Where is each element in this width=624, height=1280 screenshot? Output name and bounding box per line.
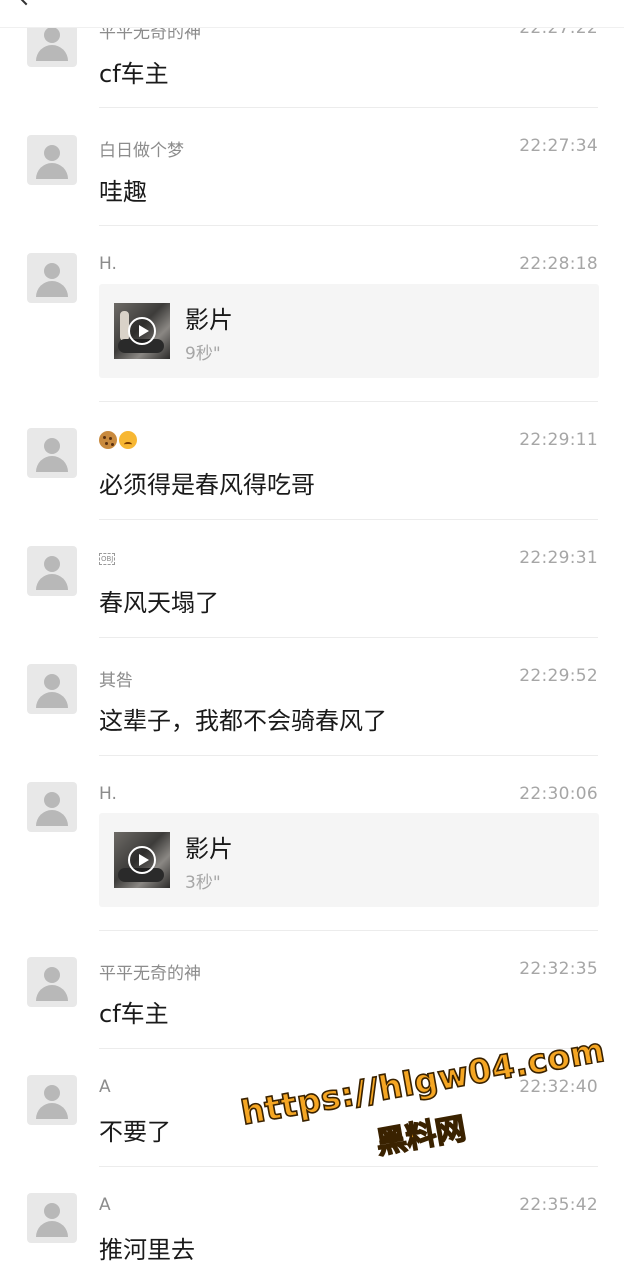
avatar[interactable] <box>27 253 77 303</box>
object-placeholder-icon: OBJ <box>99 553 116 565</box>
message-text: cf车主 <box>99 1000 169 1028</box>
play-icon[interactable] <box>128 317 156 345</box>
watermark-label: 黑料网 <box>373 1110 469 1162</box>
video-card[interactable]: 影片 9秒" <box>99 284 599 378</box>
play-icon[interactable] <box>128 846 156 874</box>
video-duration: 3秒" <box>185 873 221 893</box>
message-time: 22:29:52 <box>519 666 598 686</box>
divider <box>99 519 598 520</box>
avatar[interactable] <box>27 782 77 832</box>
divider <box>99 107 598 108</box>
avatar[interactable] <box>27 957 77 1007</box>
back-arrow-icon[interactable] <box>14 0 38 6</box>
sender-emoji-name <box>99 430 139 450</box>
divider <box>99 225 598 226</box>
message-time: 22:35:42 <box>519 1195 598 1215</box>
divider <box>99 1048 598 1049</box>
video-title: 影片 <box>185 306 233 334</box>
message-text: 春风天塌了 <box>99 589 219 617</box>
video-thumbnail[interactable] <box>114 832 170 888</box>
message-text: 这辈子，我都不会骑春风了 <box>99 707 387 735</box>
cookie-emoji-icon <box>99 431 117 449</box>
message-text: 不要了 <box>99 1118 171 1146</box>
message-text: cf车主 <box>99 60 169 88</box>
message-time: 22:28:18 <box>519 254 598 274</box>
sender-name: 其咎 <box>99 671 133 691</box>
sender-name: A <box>99 1195 111 1215</box>
video-title: 影片 <box>185 835 233 863</box>
message-text: 哇趣 <box>99 178 147 206</box>
message-time: 22:30:06 <box>519 784 598 804</box>
sender-name: 白日做个梦 <box>99 141 184 161</box>
divider <box>99 1166 598 1167</box>
message-time: 22:32:35 <box>519 959 598 979</box>
sender-name: 平平无奇的神 <box>99 964 201 984</box>
video-thumbnail[interactable] <box>114 303 170 359</box>
avatar[interactable] <box>27 135 77 185</box>
divider <box>99 637 598 638</box>
message-time: 22:29:31 <box>519 548 598 568</box>
avatar[interactable] <box>27 428 77 478</box>
message-time: 22:27:34 <box>519 136 598 156</box>
divider <box>99 930 598 931</box>
sender-name: H. <box>99 254 117 274</box>
angry-face-emoji-icon <box>119 431 137 449</box>
avatar[interactable] <box>27 1075 77 1125</box>
message-time: 22:32:40 <box>519 1077 598 1097</box>
sender-name: OBJ <box>99 549 116 569</box>
video-duration: 9秒" <box>185 344 221 364</box>
sender-name: H. <box>99 784 117 804</box>
message-text: 必须得是春风得吃哥 <box>99 471 315 499</box>
video-card[interactable]: 影片 3秒" <box>99 813 599 907</box>
message-time: 22:29:11 <box>519 430 598 450</box>
divider <box>99 755 598 756</box>
divider <box>99 401 598 402</box>
sender-name: A <box>99 1077 111 1097</box>
avatar[interactable] <box>27 1193 77 1243</box>
top-bar <box>0 0 624 28</box>
avatar[interactable] <box>27 664 77 714</box>
message-text: 推河里去 <box>99 1236 195 1264</box>
avatar[interactable] <box>27 546 77 596</box>
